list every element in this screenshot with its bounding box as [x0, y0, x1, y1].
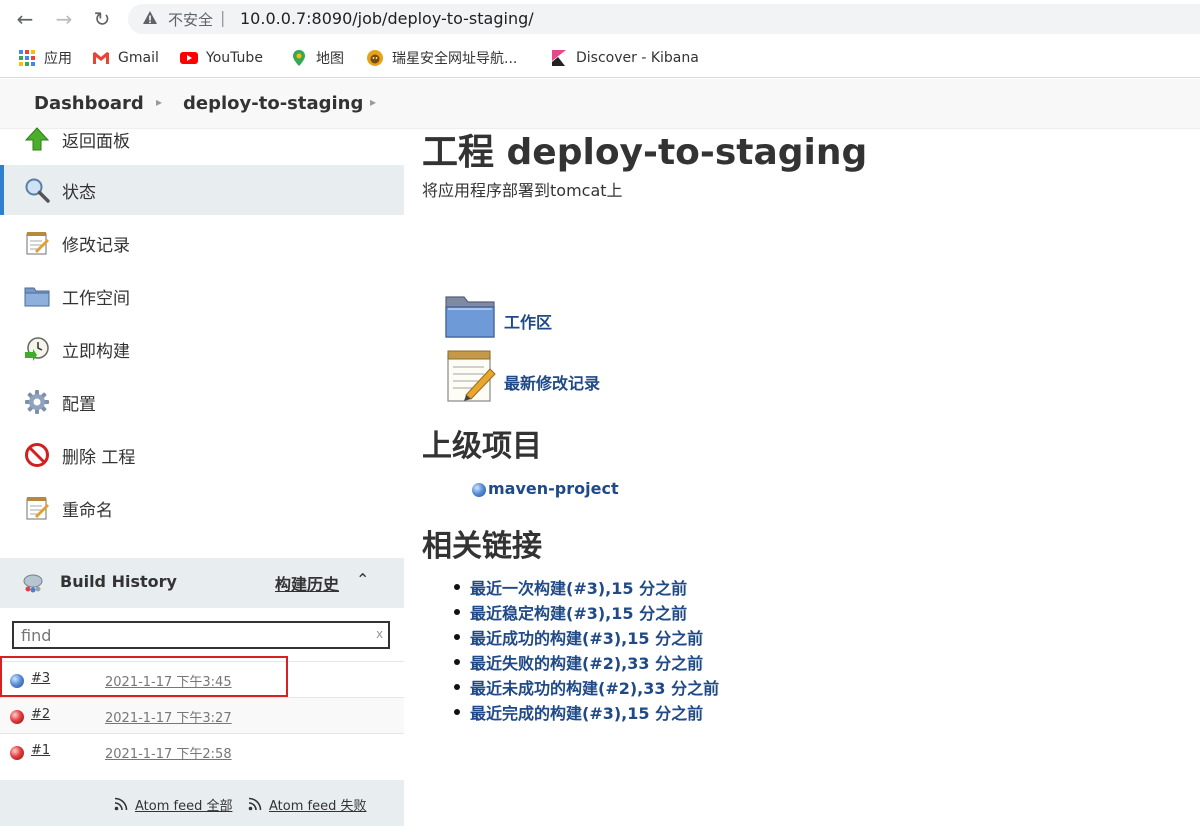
- task-label: 工作空间: [62, 288, 130, 309]
- address-bar[interactable]: 不安全 | 10.0.0.7:8090/job/deploy-to-stagin…: [128, 4, 1200, 34]
- task-configure[interactable]: 配置: [0, 377, 404, 427]
- task-label: 重命名: [62, 500, 113, 521]
- youtube-icon: [180, 52, 198, 64]
- bookmark-gmail[interactable]: Gmail: [92, 48, 159, 68]
- breadcrumb-job[interactable]: deploy-to-staging: [183, 93, 363, 114]
- bookmark-label: Gmail: [118, 50, 159, 66]
- task-rename[interactable]: 重命名: [0, 483, 404, 533]
- permalink-last-build[interactable]: 最近一次构建(#3),15 分之前: [450, 575, 719, 600]
- permalinks-list: 最近一次构建(#3),15 分之前 最近稳定构建(#3),15 分之前 最近成功…: [450, 575, 719, 725]
- upstream-project-link[interactable]: maven-project: [488, 479, 619, 498]
- bookmark-label: 应用: [44, 51, 72, 67]
- chevron-right-icon[interactable]: ▸: [156, 95, 162, 109]
- build-search-input[interactable]: [12, 621, 390, 649]
- notepad-icon: [26, 497, 49, 520]
- status-red-ball-icon: [10, 746, 24, 760]
- bookmarks-bar: 应用 Gmail YouTube 地图 瑞星安全网址导航... Discover…: [0, 38, 1200, 78]
- task-changes[interactable]: 修改记录: [0, 218, 404, 268]
- permalink-last-completed[interactable]: 最近完成的构建(#3),15 分之前: [450, 700, 719, 725]
- forward-icon[interactable]: →: [51, 6, 77, 32]
- gmail-icon: [93, 52, 109, 64]
- task-back-to-dashboard[interactable]: 返回面板: [0, 114, 404, 164]
- clear-search-icon[interactable]: x: [376, 627, 383, 641]
- browser-toolbar: ← → ↻ 不安全 | 10.0.0.7:8090/job/deploy-to-…: [0, 0, 1200, 38]
- rising-lion-icon: [367, 50, 383, 66]
- chevron-right-icon[interactable]: ▸: [370, 95, 376, 109]
- rss-icon: [248, 797, 262, 811]
- task-label: 立即构建: [62, 341, 130, 362]
- bookmark-label: 地图: [316, 51, 344, 67]
- url-text[interactable]: 10.0.0.7:8090/job/deploy-to-staging/: [240, 9, 534, 28]
- main-panel: 工程 deploy-to-staging 将应用程序部署到tomcat上 工作区…: [404, 129, 1200, 830]
- build-history-title: Build History: [60, 572, 177, 591]
- build-history-header: Build History 构建历史 ⌃: [0, 558, 404, 608]
- task-label: 返回面板: [62, 131, 130, 152]
- no-entry-icon: [25, 443, 49, 467]
- build-time-link[interactable]: 2021-1-17 下午3:27: [105, 707, 232, 726]
- permalinks-heading: 相关链接: [422, 529, 542, 564]
- search-icon: [25, 178, 50, 203]
- warning-icon: [143, 11, 157, 24]
- upstream-heading: 上级项目: [422, 429, 542, 464]
- workspace-link[interactable]: 工作区: [504, 309, 552, 333]
- back-icon[interactable]: ←: [12, 6, 38, 32]
- apps-grid-icon: [19, 50, 35, 66]
- task-label: 删除 工程: [62, 447, 136, 468]
- bookmark-label: YouTube: [206, 50, 263, 66]
- bookmark-rising[interactable]: 瑞星安全网址导航...: [366, 48, 517, 68]
- permalink-last-successful[interactable]: 最近成功的构建(#3),15 分之前: [450, 625, 719, 650]
- atom-feeds-bar: Atom feed 全部 Atom feed 失败: [0, 780, 404, 826]
- task-status[interactable]: 状态: [0, 165, 404, 215]
- gear-icon: [25, 390, 49, 414]
- url-divider: |: [220, 8, 226, 27]
- task-label: 状态: [62, 182, 96, 203]
- chevron-up-icon[interactable]: ⌃: [356, 570, 369, 589]
- status-red-ball-icon: [10, 710, 24, 724]
- clock-build-icon: [25, 337, 49, 361]
- atom-feed-failed-link[interactable]: Atom feed 失败: [269, 795, 366, 814]
- build-search-area: x: [0, 608, 404, 662]
- notepad-icon: [26, 232, 49, 255]
- highlight-box: [0, 656, 288, 697]
- permalink-last-failed[interactable]: 最近失败的构建(#2),33 分之前: [450, 650, 719, 675]
- kibana-icon: [552, 50, 566, 66]
- reload-icon[interactable]: ↻: [89, 6, 115, 32]
- bookmark-label: Discover - Kibana: [576, 50, 699, 66]
- task-label: 修改记录: [62, 235, 130, 256]
- status-blue-ball-icon: [472, 483, 486, 497]
- build-number-link[interactable]: #1: [31, 743, 50, 758]
- folder-icon[interactable]: [444, 293, 496, 341]
- bookmark-apps[interactable]: 应用: [18, 48, 72, 68]
- build-time-link[interactable]: 2021-1-17 下午2:58: [105, 743, 232, 762]
- build-row[interactable]: #1 2021-1-17 下午2:58: [0, 733, 404, 769]
- task-label: 配置: [62, 394, 96, 415]
- build-number-link[interactable]: #2: [31, 707, 50, 722]
- build-history-icon: [23, 574, 43, 593]
- task-workspace[interactable]: 工作空间: [0, 271, 404, 321]
- folder-icon: [24, 287, 50, 307]
- permalink-last-unsuccessful[interactable]: 最近未成功的构建(#2),33 分之前: [450, 675, 719, 700]
- maps-icon: [293, 50, 305, 66]
- notepad-icon[interactable]: [444, 349, 498, 405]
- build-trend-link[interactable]: 构建历史: [275, 571, 339, 595]
- task-delete-project[interactable]: 删除 工程: [0, 430, 404, 480]
- permalink-last-stable[interactable]: 最近稳定构建(#3),15 分之前: [450, 600, 719, 625]
- bookmark-kibana[interactable]: Discover - Kibana: [550, 48, 699, 68]
- insecure-label: 不安全: [168, 11, 214, 29]
- bookmark-maps[interactable]: 地图: [290, 48, 344, 68]
- atom-feed-all-link[interactable]: Atom feed 全部: [135, 795, 232, 814]
- job-description: 将应用程序部署到tomcat上: [422, 181, 623, 200]
- bookmark-label: 瑞星安全网址导航...: [392, 51, 518, 67]
- task-build-now[interactable]: 立即构建: [0, 324, 404, 374]
- recent-changes-link[interactable]: 最新修改记录: [504, 370, 600, 394]
- bookmark-youtube[interactable]: YouTube: [180, 48, 263, 68]
- build-row[interactable]: #2 2021-1-17 下午3:27: [0, 697, 404, 733]
- up-arrow-icon: [24, 127, 50, 151]
- breadcrumb-dashboard[interactable]: Dashboard: [34, 93, 144, 114]
- rss-icon: [114, 797, 128, 811]
- page-title: 工程 deploy-to-staging: [422, 132, 868, 173]
